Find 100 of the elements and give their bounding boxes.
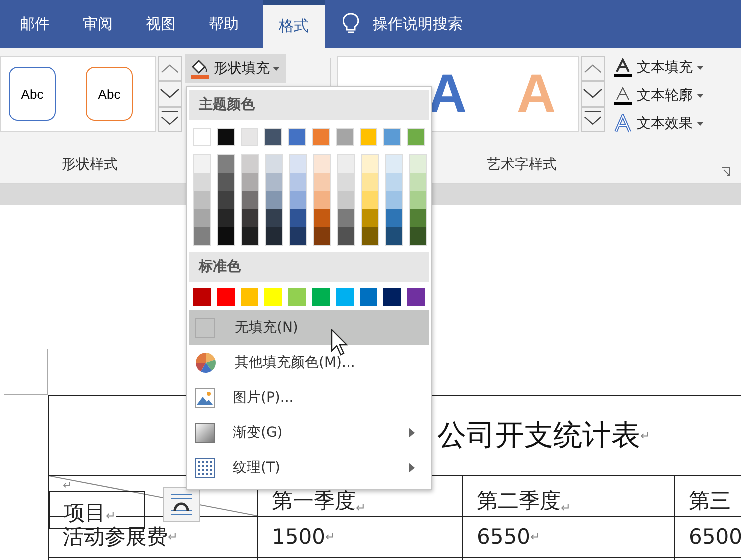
- color-swatch[interactable]: [386, 155, 402, 173]
- color-swatch[interactable]: [362, 191, 378, 209]
- paint-bucket-icon: [189, 58, 211, 80]
- color-swatch[interactable]: [407, 288, 425, 306]
- color-swatch[interactable]: [242, 227, 258, 245]
- color-swatch[interactable]: [288, 128, 306, 146]
- scroll-down-button[interactable]: [581, 81, 605, 107]
- color-swatch[interactable]: [360, 128, 378, 146]
- ribbon-tab[interactable]: 格式: [263, 0, 325, 48]
- color-swatch[interactable]: [383, 128, 402, 146]
- shape-style-swatch[interactable]: Abc: [9, 67, 56, 121]
- color-swatch[interactable]: [410, 155, 426, 173]
- color-swatch[interactable]: [194, 191, 210, 209]
- color-swatch[interactable]: [338, 209, 354, 227]
- color-swatch[interactable]: [362, 173, 378, 191]
- menu-item[interactable]: 无填充(N): [189, 310, 429, 345]
- color-swatch[interactable]: [193, 128, 211, 146]
- color-swatch[interactable]: [242, 173, 258, 191]
- color-swatch[interactable]: [218, 155, 234, 173]
- color-swatch[interactable]: [386, 173, 402, 191]
- color-swatch[interactable]: [383, 288, 402, 306]
- color-swatch[interactable]: [288, 288, 306, 306]
- color-wheel-icon: [195, 352, 217, 374]
- color-swatch[interactable]: [386, 209, 402, 227]
- color-swatch[interactable]: [338, 227, 354, 245]
- color-swatch[interactable]: [338, 173, 354, 191]
- color-swatch[interactable]: [240, 128, 258, 146]
- text-outline-icon: [613, 86, 633, 106]
- shape-fill-button[interactable]: 形状填充: [185, 54, 286, 83]
- color-swatch[interactable]: [194, 227, 210, 245]
- color-swatch[interactable]: [242, 155, 258, 173]
- color-swatch[interactable]: [242, 209, 258, 227]
- color-swatch[interactable]: [336, 128, 354, 146]
- color-swatch[interactable]: [266, 209, 282, 227]
- search-label[interactable]: 操作说明搜索: [373, 14, 463, 34]
- shape-style-swatch[interactable]: Abc: [86, 67, 133, 121]
- color-swatch[interactable]: [314, 155, 330, 173]
- menu-item[interactable]: 渐变(G): [189, 415, 429, 450]
- color-swatch[interactable]: [290, 191, 306, 209]
- color-swatch[interactable]: [312, 288, 330, 306]
- color-swatch[interactable]: [314, 209, 330, 227]
- layout-options-icon[interactable]: [163, 487, 200, 522]
- menu-section-header: 主题颜色: [189, 90, 429, 120]
- text-command-button[interactable]: 文本填充: [611, 56, 706, 80]
- ribbon-tab[interactable]: 视图: [130, 0, 192, 48]
- table-cell: 6550↵: [463, 517, 675, 557]
- color-swatch[interactable]: [407, 128, 425, 146]
- color-swatch[interactable]: [218, 191, 234, 209]
- color-swatch[interactable]: [290, 227, 306, 245]
- color-swatch[interactable]: [266, 191, 282, 209]
- empty-swatch-icon: [195, 318, 215, 338]
- color-swatch[interactable]: [240, 288, 258, 306]
- text-command-button[interactable]: 文本效果: [611, 112, 706, 136]
- color-swatch[interactable]: [194, 155, 210, 173]
- color-swatch[interactable]: [218, 209, 234, 227]
- color-swatch[interactable]: [290, 155, 306, 173]
- color-swatch[interactable]: [194, 209, 210, 227]
- color-swatch[interactable]: [314, 227, 330, 245]
- color-swatch[interactable]: [312, 128, 330, 146]
- color-swatch[interactable]: [218, 173, 234, 191]
- image-icon: [195, 388, 215, 408]
- more-button[interactable]: [158, 106, 182, 132]
- color-swatch[interactable]: [338, 155, 354, 173]
- color-swatch[interactable]: [410, 191, 426, 209]
- ribbon-tab[interactable]: 邮件: [4, 0, 66, 48]
- color-swatch[interactable]: [290, 209, 306, 227]
- color-swatch[interactable]: [362, 227, 378, 245]
- color-swatch[interactable]: [314, 173, 330, 191]
- color-swatch[interactable]: [242, 191, 258, 209]
- ribbon-tab[interactable]: 审阅: [67, 0, 129, 48]
- text-command-button[interactable]: 文本轮廓: [611, 84, 706, 108]
- caret-icon: [697, 66, 704, 70]
- color-swatch[interactable]: [410, 227, 426, 245]
- dialog-launcher-icon[interactable]: [721, 166, 731, 176]
- color-swatch[interactable]: [194, 173, 210, 191]
- ribbon-tab[interactable]: 帮助: [193, 0, 255, 48]
- scroll-down-button[interactable]: [158, 81, 182, 107]
- color-swatch[interactable]: [266, 227, 282, 245]
- color-swatch[interactable]: [336, 288, 354, 306]
- color-swatch[interactable]: [314, 191, 330, 209]
- color-swatch[interactable]: [386, 191, 402, 209]
- color-swatch[interactable]: [216, 288, 235, 306]
- color-swatch[interactable]: [264, 288, 282, 306]
- color-swatch[interactable]: [266, 173, 282, 191]
- color-swatch[interactable]: [386, 227, 402, 245]
- color-swatch[interactable]: [410, 209, 426, 227]
- color-swatch[interactable]: [290, 173, 306, 191]
- color-swatch[interactable]: [362, 155, 378, 173]
- color-swatch[interactable]: [360, 288, 378, 306]
- color-swatch[interactable]: [266, 155, 282, 173]
- color-swatch[interactable]: [216, 128, 235, 146]
- color-swatch[interactable]: [338, 191, 354, 209]
- color-swatch[interactable]: [193, 288, 211, 306]
- color-swatch[interactable]: [410, 173, 426, 191]
- more-button[interactable]: [581, 106, 605, 132]
- color-swatch[interactable]: [218, 227, 234, 245]
- wordart-sample[interactable]: A: [428, 67, 467, 121]
- menu-item[interactable]: 其他填充颜色(M)...: [189, 345, 429, 380]
- color-swatch[interactable]: [362, 209, 378, 227]
- color-swatch[interactable]: [264, 128, 282, 146]
